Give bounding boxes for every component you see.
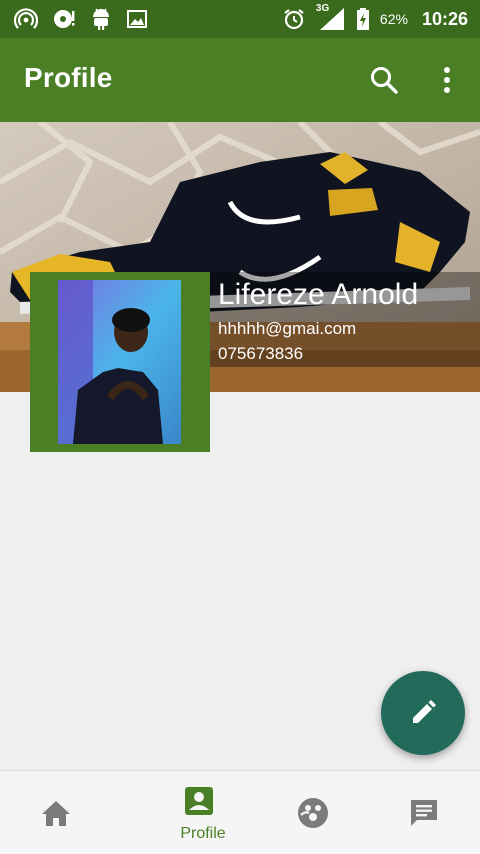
image-icon [127, 10, 147, 28]
app-bar: Profile [0, 38, 480, 122]
battery-charging-icon [356, 8, 369, 30]
profile-email: hhhhh@gmai.com [218, 319, 357, 338]
profile-name: Lifereze Arnold [218, 278, 419, 311]
nav-messages[interactable] [368, 771, 480, 854]
nav-home[interactable] [0, 771, 120, 854]
signal-icon [319, 8, 344, 30]
clock: 10:26 [421, 8, 468, 29]
edit-profile-button[interactable] [381, 671, 465, 755]
search-icon[interactable] [366, 62, 402, 98]
signal-indicator: 3G [316, 3, 346, 32]
group-icon [298, 798, 328, 828]
home-icon [42, 801, 70, 826]
hotspot-icon [14, 8, 38, 29]
system-status: 3G 62% 10:26 [282, 0, 468, 38]
nav-groups[interactable] [257, 771, 377, 854]
sync-alert-icon [54, 10, 75, 28]
chat-icon [411, 800, 437, 826]
avatar-photo [58, 280, 181, 444]
battery-percentage: 62% [379, 11, 408, 27]
notification-icons [14, 7, 148, 31]
profile-phone: 075673836 [218, 344, 304, 363]
more-options-icon[interactable] [430, 62, 466, 98]
avatar[interactable] [30, 272, 210, 452]
pencil-icon [413, 700, 436, 723]
nav-profile-label: Profile [180, 825, 226, 842]
android-icon [93, 8, 109, 30]
bottom-navigation: Profile [0, 770, 480, 854]
account-box-icon [185, 787, 213, 815]
page-title: Profile [24, 62, 113, 93]
nav-profile[interactable]: Profile [139, 771, 259, 854]
status-bar: 3G 62% 10:26 [0, 0, 480, 38]
alarm-icon [284, 9, 304, 30]
